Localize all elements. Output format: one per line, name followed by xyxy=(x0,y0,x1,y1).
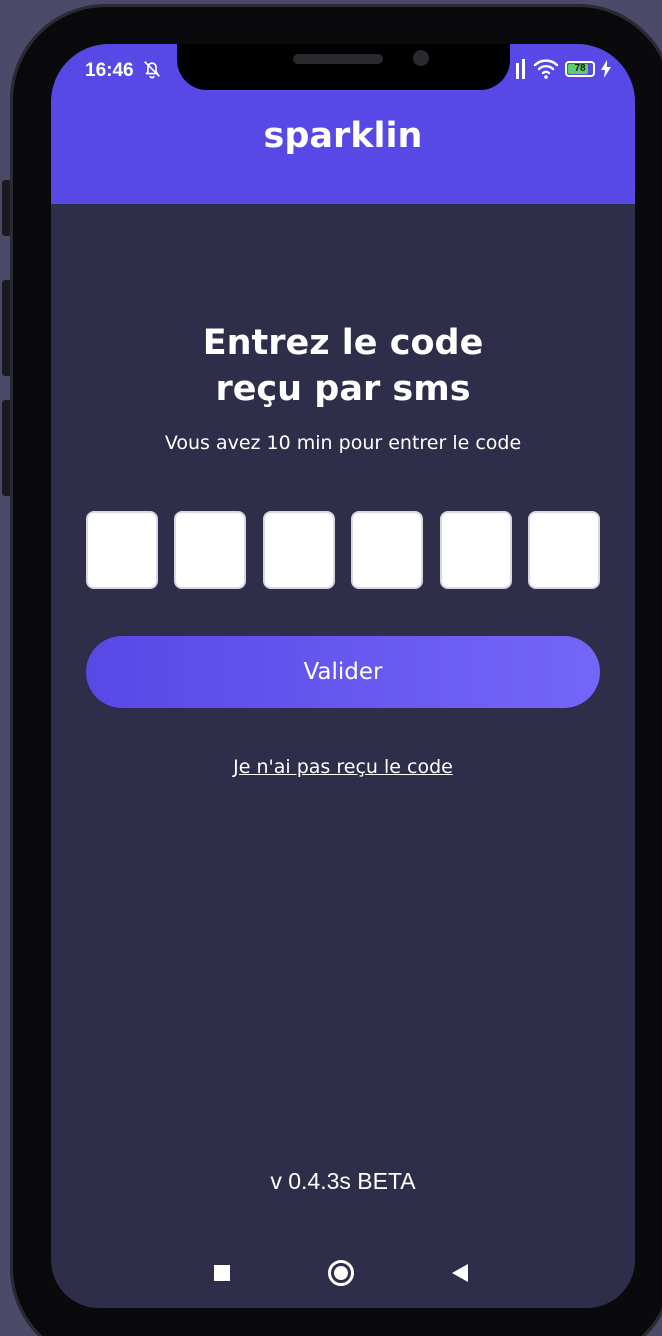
phone-screen: 16:46 78 sparklin Entrez le code reçu pa… xyxy=(51,44,635,1308)
otp-digit-6[interactable] xyxy=(527,511,600,589)
page-title-line2: reçu par sms xyxy=(215,369,471,409)
page-background: 16:46 78 sparklin Entrez le code reçu pa… xyxy=(0,0,662,1336)
system-nav-bar xyxy=(51,1252,635,1296)
camera-notch xyxy=(177,44,510,90)
app-logo: sparklin xyxy=(263,116,423,156)
page-title-line1: Entrez le code xyxy=(202,323,484,363)
home-icon-dot xyxy=(334,1266,348,1280)
signal-icon xyxy=(516,59,525,79)
battery-icon: 78 xyxy=(565,61,595,77)
otp-digit-4[interactable] xyxy=(351,511,424,589)
otp-digit-1[interactable] xyxy=(86,511,158,589)
page-subtitle: Vous avez 10 min pour entrer le code xyxy=(164,432,522,454)
status-icons: 78 xyxy=(515,58,611,80)
otp-input-group xyxy=(86,511,600,589)
bell-off-icon xyxy=(144,61,160,79)
otp-digit-3[interactable] xyxy=(262,511,335,589)
notch-speaker xyxy=(293,54,383,64)
front-camera xyxy=(413,50,429,66)
validate-button-label: Valider xyxy=(303,659,383,685)
app-version: v 0.4.3s BETA xyxy=(270,1168,416,1194)
validate-button[interactable]: Valider xyxy=(86,636,600,708)
battery-percent: 78 xyxy=(574,63,586,74)
status-time: 16:46 xyxy=(85,60,134,81)
resend-code-link[interactable]: Je n'ai pas reçu le code xyxy=(51,756,635,778)
wifi-icon xyxy=(533,59,559,79)
page-title: Entrez le code reçu par sms xyxy=(51,320,635,412)
home-icon[interactable] xyxy=(328,1260,354,1286)
app-header: 16:46 78 sparklin xyxy=(51,44,635,204)
recents-icon[interactable] xyxy=(214,1265,230,1281)
otp-digit-5[interactable] xyxy=(439,511,512,589)
charging-icon xyxy=(601,60,611,78)
otp-digit-2[interactable] xyxy=(174,511,247,589)
back-icon[interactable] xyxy=(452,1264,468,1282)
